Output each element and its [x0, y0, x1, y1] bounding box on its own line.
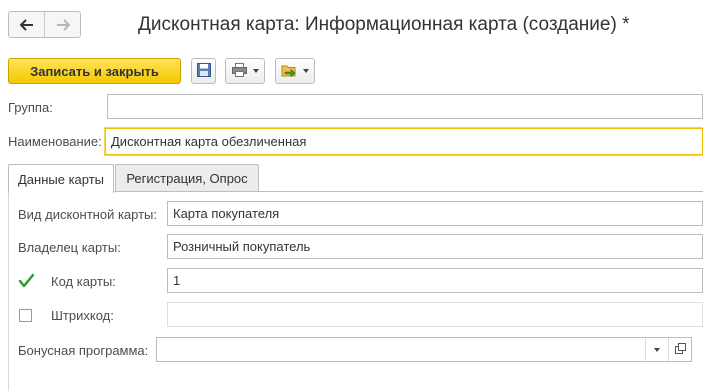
print-menu-button[interactable] — [225, 58, 265, 84]
checkmark-icon — [18, 273, 35, 292]
card-code-field[interactable]: 1 — [167, 268, 703, 293]
barcode-label: Штрихкод: — [51, 308, 114, 323]
arrow-right-icon — [56, 18, 70, 31]
bonus-program-label: Бонусная программа: — [18, 343, 149, 358]
card-kind-label: Вид дисконтной карты: — [18, 207, 158, 222]
card-kind-field[interactable]: Карта покупателя — [167, 201, 703, 226]
forward-button[interactable] — [44, 12, 80, 37]
open-item-icon — [674, 342, 686, 357]
name-field[interactable]: Дисконтная карта обезличенная — [105, 128, 703, 155]
arrow-left-icon — [19, 18, 34, 31]
save-and-close-button[interactable]: Записать и закрыть — [8, 58, 181, 84]
bonus-program-field[interactable] — [156, 337, 692, 362]
card-code-checkbox[interactable] — [18, 273, 35, 292]
card-owner-label: Владелец карты: — [18, 240, 121, 255]
chevron-down-icon — [654, 347, 660, 352]
card-owner-field[interactable]: Розничный покупатель — [167, 234, 703, 259]
tab-card-data[interactable]: Данные карты — [8, 164, 114, 193]
bonus-program-dropdown-button[interactable] — [645, 338, 668, 361]
group-label: Группа: — [8, 100, 53, 115]
printer-icon — [231, 62, 247, 80]
create-based-on-icon — [281, 62, 297, 80]
floppy-disk-icon — [196, 62, 211, 80]
name-label: Наименование: — [8, 134, 102, 149]
chevron-down-icon — [303, 69, 309, 73]
barcode-checkbox[interactable] — [19, 309, 32, 322]
navigation-buttons — [8, 11, 81, 38]
tab-registration-survey[interactable]: Регистрация, Опрос — [115, 164, 259, 192]
window-title: Дисконтная карта: Информационная карта (… — [138, 14, 630, 35]
tab-panel-border — [8, 191, 9, 391]
create-based-on-button[interactable] — [275, 58, 315, 84]
barcode-field[interactable] — [167, 302, 703, 327]
bonus-program-open-button[interactable] — [668, 338, 691, 361]
group-field[interactable] — [107, 94, 703, 119]
chevron-down-icon — [252, 69, 259, 73]
save-button[interactable] — [191, 58, 216, 84]
card-code-label: Код карты: — [51, 274, 116, 289]
back-button[interactable] — [9, 12, 44, 37]
